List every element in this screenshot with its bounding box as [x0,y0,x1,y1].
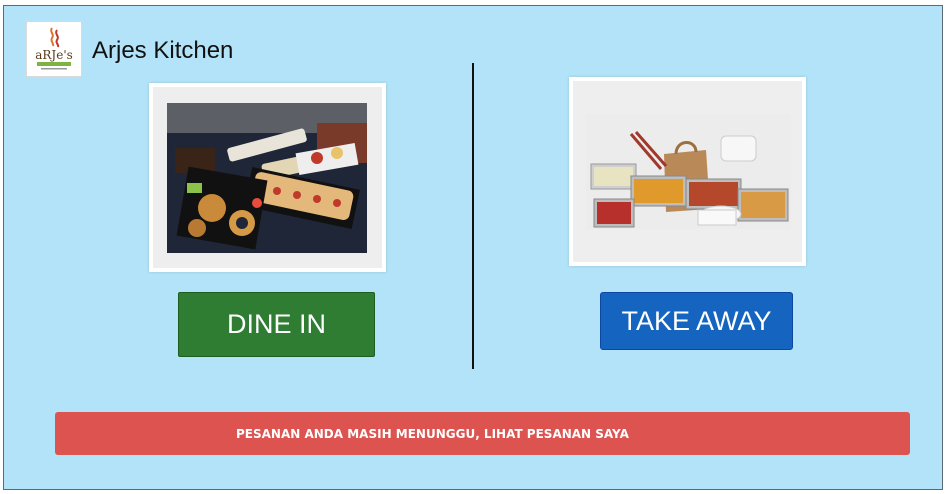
svg-text:aRJe's: aRJe's [35,48,73,62]
dine-in-button[interactable]: DINE IN [178,292,375,357]
pending-order-banner[interactable]: PESANAN ANDA MASIH MENUNGGU, LIHAT PESAN… [55,412,910,455]
dine-in-card[interactable] [149,83,386,272]
page-title: Arjes Kitchen [92,37,234,64]
vertical-divider [472,63,474,369]
take-away-button[interactable]: TAKE AWAY [600,292,793,350]
take-away-card[interactable] [569,77,806,266]
restaurant-logo: aRJe's [26,21,82,77]
logo-graphic: aRJe's [35,27,73,70]
take-away-photo [586,114,791,229]
pending-order-text: PESANAN ANDA MASIH MENUNGGU, LIHAT PESAN… [236,426,629,441]
dine-in-photo [167,103,367,253]
